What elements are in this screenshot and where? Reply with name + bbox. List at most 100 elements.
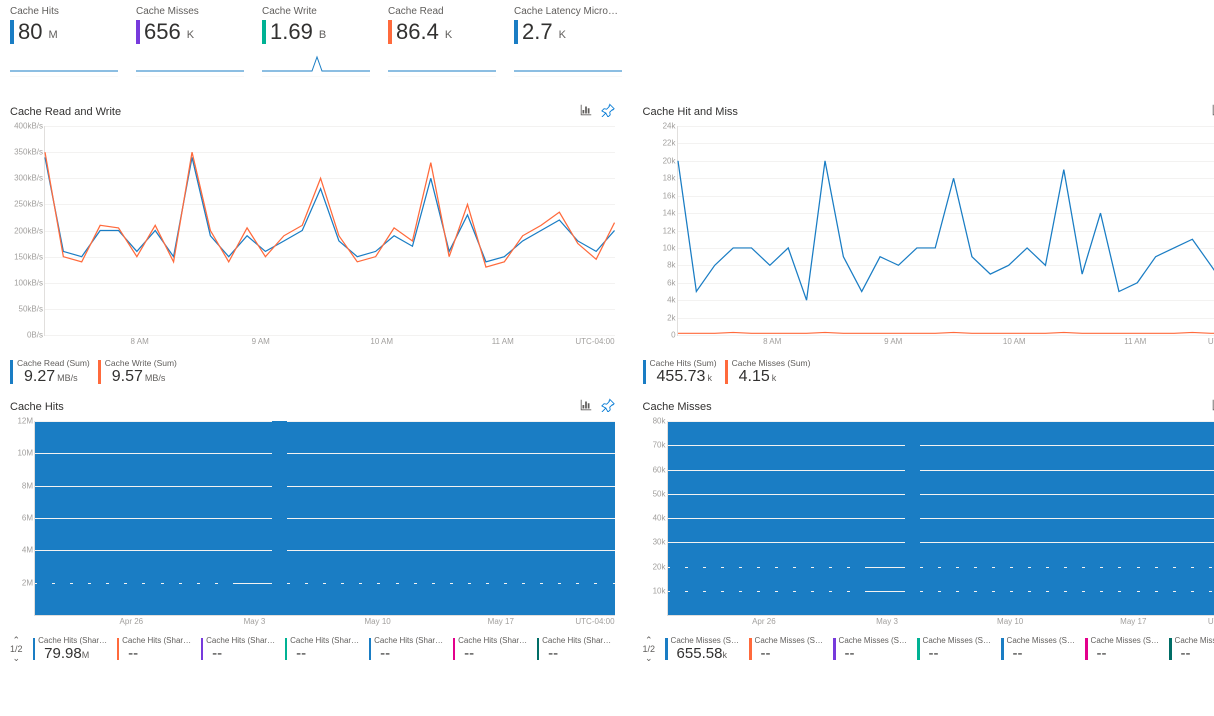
shard-value: -- <box>290 645 362 662</box>
shard-legend-item[interactable]: Cache Hits (Shard 0)…79.98M <box>33 636 111 662</box>
legend-item[interactable]: Cache Hits (Sum)455.73k <box>643 358 717 386</box>
shard-label: Cache Hits (Shard 3)… <box>290 636 362 645</box>
y-tick-label: 100kB/s <box>7 278 43 287</box>
bar <box>145 571 160 615</box>
chevron-down-icon[interactable]: ⌄ <box>12 654 20 662</box>
shard-legend-item[interactable]: Cache Hits (Shard 4)…-- <box>369 636 447 662</box>
bar <box>1140 562 1155 615</box>
legend-color-bar <box>537 638 540 660</box>
bar <box>742 559 757 615</box>
bars-container <box>668 421 1214 615</box>
legend-color-bar <box>1001 638 1004 660</box>
kpi-title: Cache Hits <box>10 6 118 17</box>
shard-legend-item[interactable]: Cache Misses (Shard …-- <box>1001 636 1079 662</box>
chart-card: Cache Read and Write 0B/s50kB/s100kB/s15… <box>10 103 615 386</box>
bar <box>200 570 215 615</box>
chart-actions <box>579 103 615 120</box>
pin-icon[interactable] <box>601 398 615 415</box>
chevron-up-icon[interactable]: ⌃ <box>645 636 653 644</box>
legend-color-bar <box>1085 638 1088 660</box>
bar <box>489 578 504 615</box>
y-tick-label: 300kB/s <box>7 174 43 183</box>
kpi-card[interactable]: Cache Write1.69B <box>262 6 370 77</box>
y-tick-label: 10k <box>640 243 676 252</box>
bar <box>1031 564 1046 615</box>
y-tick-label: 2M <box>0 578 33 587</box>
line-series <box>678 161 1214 300</box>
x-tick-label: May 17 <box>1120 617 1146 626</box>
legend-color-bar <box>10 360 13 384</box>
y-tick-label: 150kB/s <box>7 252 43 261</box>
shard-legend-row: ⌃1/2⌄Cache Hits (Shard 0)…79.98MCache Hi… <box>10 636 615 662</box>
bar <box>1103 562 1118 615</box>
shard-value: -- <box>923 645 995 662</box>
y-tick-label: 200kB/s <box>7 226 43 235</box>
shard-label: Cache Hits (Shard 5)… <box>458 636 530 645</box>
shard-legend-item[interactable]: Cache Misses (Shard …-- <box>833 636 911 662</box>
shard-legend-item[interactable]: Cache Hits (Shard 6)…-- <box>537 636 615 662</box>
legend-item[interactable]: Cache Write (Sum)9.57MB/s <box>98 358 177 386</box>
legend-label: Cache Write (Sum) <box>105 358 177 368</box>
shard-value: -- <box>1007 645 1079 662</box>
legend-item[interactable]: Cache Read (Sum)9.27MB/s <box>10 358 90 386</box>
y-tick-label: 0B/s <box>7 331 43 340</box>
legend-label: Cache Hits (Sum) <box>650 358 717 368</box>
y-tick-label: 30k <box>630 538 666 547</box>
y-tick-label: 50k <box>630 489 666 498</box>
chart-type-icon[interactable] <box>579 398 593 415</box>
kpi-unit: M <box>48 29 57 41</box>
y-tick-label: 350kB/s <box>7 148 43 157</box>
plot-area[interactable]: 02k4k6k8k10k12k14k16k18k20k22k24k8 AM9 A… <box>677 126 1214 336</box>
chart-title: Cache Read and Write <box>10 106 121 118</box>
plot-area[interactable]: 0B/s50kB/s100kB/s150kB/s200kB/s250kB/s30… <box>44 126 615 336</box>
bar <box>1049 562 1064 615</box>
bar <box>561 571 576 615</box>
timezone-label: UTC-04:00 <box>575 337 614 346</box>
kpi-card[interactable]: Cache Latency Microsecor2.7K <box>514 6 622 77</box>
bar <box>91 571 106 615</box>
bar <box>706 559 721 615</box>
legend-color-bar <box>1169 638 1172 660</box>
y-tick-label: 6M <box>0 514 33 523</box>
y-tick-label: 40k <box>630 514 666 523</box>
legend-color-bar <box>33 638 36 660</box>
y-tick-label: 20k <box>630 562 666 571</box>
plot-area[interactable]: 2M4M6M8M10M12MApr 26May 3May 10May 17UTC… <box>34 421 615 616</box>
kpi-sparkline <box>388 51 496 77</box>
shard-value: -- <box>458 645 530 662</box>
x-tick-label: 10 AM <box>1003 337 1026 346</box>
shard-legend-item[interactable]: Cache Misses (Shard …-- <box>1169 636 1214 662</box>
chevron-up-icon[interactable]: ⌃ <box>12 636 20 644</box>
bar <box>417 571 432 615</box>
shard-legend-item[interactable]: Cache Misses (Shard …-- <box>917 636 995 662</box>
pin-icon[interactable] <box>601 103 615 120</box>
kpi-card[interactable]: Cache Misses656K <box>136 6 244 77</box>
shard-legend-item[interactable]: Cache Hits (Shard 2)…-- <box>201 636 279 662</box>
bar <box>868 600 883 615</box>
x-tick-label: May 10 <box>997 617 1023 626</box>
shard-legend-item[interactable]: Cache Misses (Shard …-- <box>1085 636 1163 662</box>
chart-title: Cache Hits <box>10 401 64 413</box>
shard-legend-item[interactable]: Cache Hits (Shard 1)…-- <box>117 636 195 662</box>
kpi-row: Cache Hits80M Cache Misses656K Cache Write… <box>10 6 1204 77</box>
x-tick-label: Apr 26 <box>752 617 776 626</box>
legend-item[interactable]: Cache Misses (Sum)4.15k <box>725 358 811 386</box>
shard-label: Cache Hits (Shard 0)… <box>38 636 110 645</box>
kpi-card[interactable]: Cache Hits80M <box>10 6 118 77</box>
plot-area[interactable]: 10k20k30k40k50k60k70k80kApr 26May 3May 1… <box>667 421 1214 616</box>
bar <box>597 570 612 615</box>
kpi-sparkline <box>514 51 622 77</box>
shard-legend-item[interactable]: Cache Misses (Shard …655.58k <box>665 636 743 662</box>
kpi-card[interactable]: Cache Read86.4K <box>388 6 496 77</box>
shard-legend-item[interactable]: Cache Hits (Shard 5)…-- <box>453 636 531 662</box>
chevron-down-icon[interactable]: ⌄ <box>645 654 653 662</box>
chart-type-icon[interactable] <box>579 103 593 120</box>
shard-label: Cache Misses (Shard … <box>755 636 827 645</box>
shard-legend-item[interactable]: Cache Misses (Shard …-- <box>749 636 827 662</box>
bar <box>344 571 359 615</box>
legend-pager: ⌃1/2⌄ <box>10 636 23 662</box>
shard-legend-item[interactable]: Cache Hits (Shard 3)…-- <box>285 636 363 662</box>
chart-card: Cache Hits 2M4M6M8M10M12MApr 26May 3May … <box>10 398 615 662</box>
y-tick-label: 10M <box>0 449 33 458</box>
kpi-title: Cache Write <box>262 6 370 17</box>
